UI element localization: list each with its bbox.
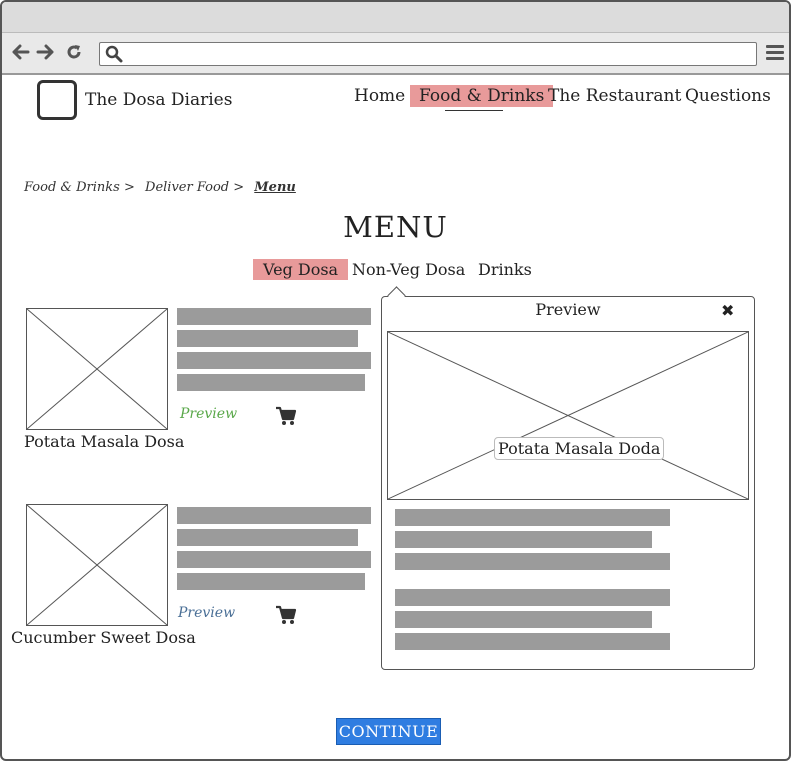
description-line bbox=[177, 551, 371, 568]
description-line bbox=[395, 633, 670, 650]
reload-icon[interactable] bbox=[63, 41, 85, 63]
description-line bbox=[395, 611, 652, 628]
description-line bbox=[177, 352, 371, 369]
logo bbox=[37, 80, 77, 120]
item-name: Potata Masala Dosa bbox=[24, 432, 185, 451]
breadcrumb-food-drinks[interactable]: Food & Drinks > bbox=[24, 180, 135, 195]
popup-image-caption: Potata Masala Doda bbox=[494, 437, 665, 460]
close-icon[interactable]: ✖ bbox=[721, 301, 734, 320]
nav-home[interactable]: Home bbox=[345, 85, 414, 107]
item-image-placeholder bbox=[26, 308, 168, 430]
browser-toolbar bbox=[2, 33, 789, 75]
nav-questions[interactable]: Questions bbox=[676, 85, 780, 107]
tab-non-veg-dosa[interactable]: Non-Veg Dosa bbox=[342, 259, 475, 280]
description-line bbox=[177, 507, 371, 524]
breadcrumb-deliver-food[interactable]: Deliver Food > bbox=[145, 180, 244, 195]
description-line bbox=[177, 374, 365, 391]
breadcrumb: Food & Drinks > Deliver Food > Menu bbox=[24, 180, 302, 195]
active-nav-underline bbox=[445, 110, 503, 111]
item-name: Cucumber Sweet Dosa bbox=[11, 628, 196, 647]
tab-drinks[interactable]: Drinks bbox=[468, 259, 542, 280]
nav-food-drinks[interactable]: Food & Drinks bbox=[410, 85, 554, 107]
popup-image-placeholder: Potata Masala Doda bbox=[387, 331, 749, 500]
description-line bbox=[177, 308, 371, 325]
tab-veg-dosa[interactable]: Veg Dosa bbox=[253, 259, 349, 280]
popup-title: Preview bbox=[535, 300, 601, 319]
breadcrumb-menu[interactable]: Menu bbox=[254, 180, 296, 195]
description-line bbox=[177, 529, 358, 546]
search-icon bbox=[105, 45, 123, 63]
description-line bbox=[177, 573, 365, 590]
address-bar[interactable] bbox=[99, 42, 757, 66]
description-line bbox=[395, 553, 670, 570]
description-line bbox=[395, 509, 670, 526]
description-line bbox=[395, 589, 670, 606]
site-title: The Dosa Diaries bbox=[85, 90, 233, 110]
description-line bbox=[395, 531, 652, 548]
cart-icon[interactable] bbox=[275, 605, 297, 625]
continue-button[interactable]: CONTINUE bbox=[336, 718, 441, 745]
cart-icon[interactable] bbox=[275, 406, 297, 426]
preview-link[interactable]: Preview bbox=[178, 605, 235, 621]
preview-link[interactable]: Preview bbox=[180, 406, 237, 422]
title-bar bbox=[2, 2, 789, 33]
item-image-placeholder bbox=[26, 504, 168, 626]
preview-popup: Preview ✖ Potata Masala Doda bbox=[381, 296, 755, 670]
nav-restaurant[interactable]: The Restaurant bbox=[539, 85, 690, 107]
back-arrow-icon[interactable] bbox=[10, 41, 32, 63]
menu-icon[interactable] bbox=[766, 45, 784, 61]
forward-arrow-icon[interactable] bbox=[34, 41, 56, 63]
page-title: MENU bbox=[343, 210, 448, 244]
description-line bbox=[177, 330, 358, 347]
